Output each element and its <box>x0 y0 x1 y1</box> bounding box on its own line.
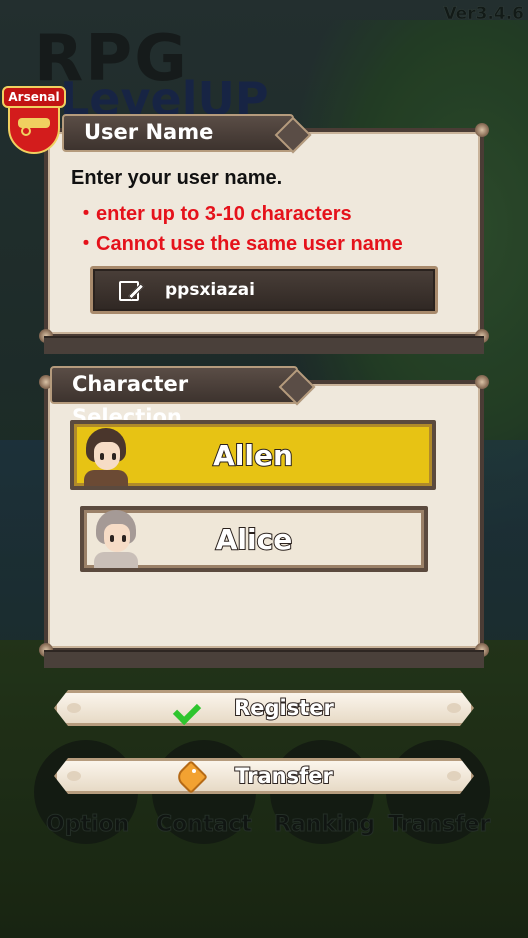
panel-footer-bar <box>44 650 484 668</box>
transfer-button[interactable]: Transfer <box>54 758 474 794</box>
tag-icon <box>175 761 203 789</box>
character-selection-header: Character Selection <box>50 366 298 429</box>
check-icon <box>175 695 203 723</box>
rule-unique: ・Cannot use the same user name <box>76 233 403 255</box>
character-option-alice[interactable]: Alice <box>80 506 428 572</box>
alice-avatar <box>90 510 142 568</box>
panel-footer-bar <box>44 336 484 354</box>
user-name-value: ppsxiazai <box>165 280 255 300</box>
arsenal-crest-icon: Arsenal <box>2 86 66 156</box>
transfer-label: Transfer <box>234 763 334 789</box>
user-name-input[interactable]: ppsxiazai <box>90 266 438 314</box>
register-button[interactable]: Register <box>54 690 474 726</box>
rule-length: ・enter up to 3-10 characters <box>76 203 352 225</box>
badge-text: Arsenal <box>2 86 66 108</box>
allen-label: Allen <box>212 438 294 473</box>
allen-avatar <box>80 426 132 486</box>
user-name-instruction: Enter your user name. <box>71 167 283 189</box>
character-option-allen[interactable]: Allen <box>70 420 436 490</box>
alice-label: Alice <box>215 522 293 557</box>
edit-icon <box>119 278 145 302</box>
user-name-header: User Name <box>62 114 294 152</box>
register-label: Register <box>233 695 335 721</box>
